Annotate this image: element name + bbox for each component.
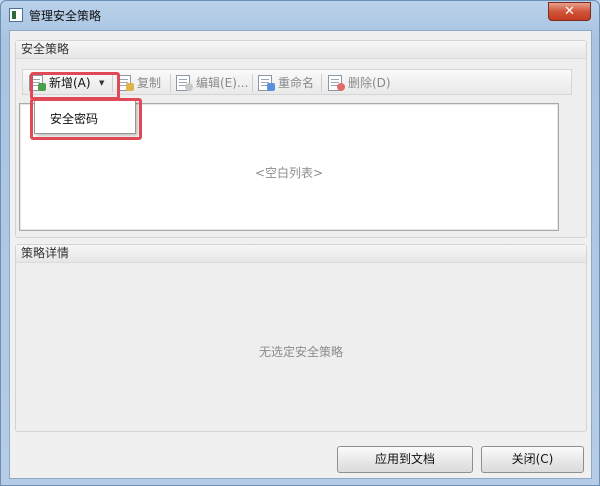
no-policy-selected-text: 无选定安全策略: [258, 345, 343, 359]
copy-policy-label: 复制: [137, 76, 162, 90]
toolbar-separator: [321, 74, 322, 92]
delete-policy-button[interactable]: 删除(D): [328, 72, 398, 94]
new-policy-dropdown-menu: 安全密码: [34, 100, 136, 134]
menu-item-security-password[interactable]: 安全密码: [50, 110, 98, 127]
apply-to-document-button[interactable]: 应用到文档: [337, 446, 473, 473]
edit-policy-icon: [176, 75, 193, 91]
dialog-window: 管理安全策略 ✕ 安全策略 新增(A) ▼ 复制 编辑(E)... 重命名 删除…: [0, 0, 600, 486]
details-group-header: 策略详情: [16, 245, 586, 263]
new-policy-button[interactable]: 新增(A) ▼: [29, 72, 109, 94]
delete-policy-label: 删除(D): [348, 76, 391, 90]
edit-policy-label: 编辑(E)...: [196, 76, 249, 90]
close-button[interactable]: 关闭(C): [481, 446, 584, 473]
new-policy-label: 新增(A): [49, 76, 91, 90]
delete-policy-icon: [328, 75, 345, 91]
policy-toolbar: 新增(A) ▼ 复制 编辑(E)... 重命名 删除(D): [22, 69, 572, 95]
window-title: 管理安全策略: [29, 9, 102, 23]
toolbar-separator: [112, 74, 113, 92]
empty-list-text: <空白列表>: [254, 166, 324, 180]
toolbar-separator: [170, 74, 171, 92]
copy-policy-button[interactable]: 复制: [117, 72, 167, 94]
title-bar[interactable]: 管理安全策略 ✕: [1, 1, 599, 29]
details-group: 策略详情 无选定安全策略: [15, 244, 587, 432]
dialog-client-area: 安全策略 新增(A) ▼ 复制 编辑(E)... 重命名 删除(D) <空白列表…: [9, 30, 592, 479]
toolbar-separator: [252, 74, 253, 92]
chevron-down-icon[interactable]: ▼: [99, 72, 104, 94]
policies-group-header: 安全策略: [16, 41, 586, 59]
rename-policy-icon: [258, 75, 275, 91]
new-policy-icon: [29, 75, 46, 91]
rename-policy-label: 重命名: [278, 76, 315, 90]
edit-policy-button[interactable]: 编辑(E)...: [176, 72, 256, 94]
window-close-button[interactable]: ✕: [548, 2, 591, 21]
app-window-icon: [9, 8, 23, 22]
rename-policy-button[interactable]: 重命名: [258, 72, 322, 94]
copy-policy-icon: [117, 75, 134, 91]
